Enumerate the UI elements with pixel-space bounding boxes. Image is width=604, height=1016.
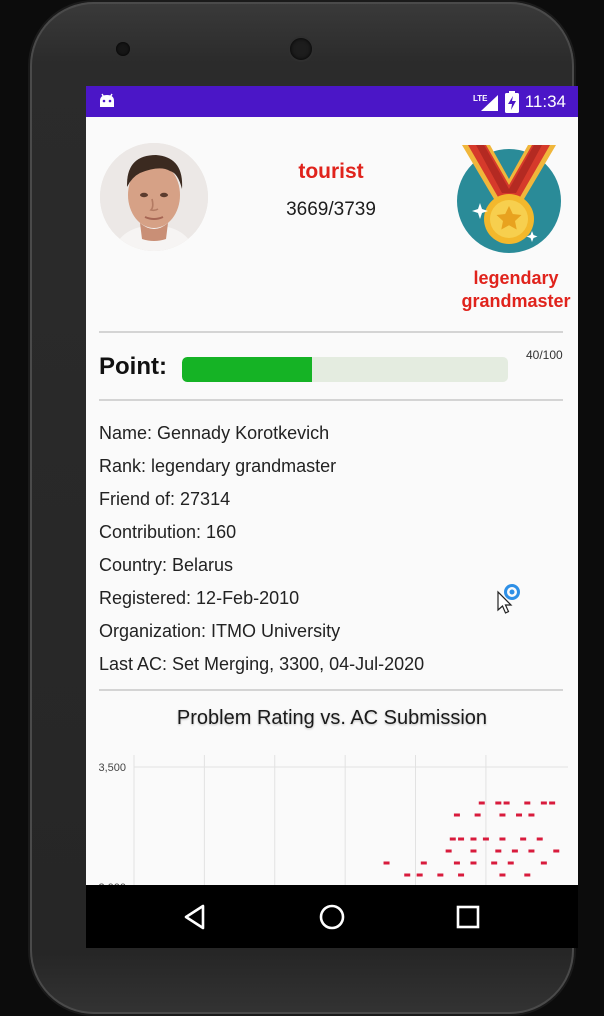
point-label: Point: — [99, 353, 167, 380]
data-point[interactable] — [528, 849, 535, 853]
front-sensor — [116, 42, 130, 56]
lte-signal-icon: LTE — [473, 94, 498, 111]
data-point[interactable] — [416, 873, 423, 877]
data-point[interactable] — [445, 849, 452, 853]
android-icon — [100, 93, 114, 107]
chart-title: Problem Rating vs. AC Submission — [176, 707, 488, 729]
recents-icon[interactable] — [450, 899, 486, 935]
navigation-bar — [86, 885, 578, 948]
phone-frame: LTE 11:34 tourist 3669/3739 legendary gr… — [30, 2, 578, 1014]
lte-label: LTE — [473, 94, 488, 103]
front-camera — [290, 38, 312, 60]
data-point[interactable] — [470, 849, 477, 853]
data-point[interactable] — [491, 861, 498, 865]
data-point[interactable] — [420, 861, 427, 865]
status-bar: LTE 11:34 — [86, 86, 578, 117]
y-tick-label: 3,500 — [98, 762, 126, 774]
user-rating: 3669/3739 — [286, 199, 376, 220]
data-point[interactable] — [495, 849, 502, 853]
divider — [99, 689, 563, 691]
data-point[interactable] — [458, 873, 465, 877]
status-time: 11:34 — [524, 92, 566, 111]
data-point[interactable] — [474, 813, 481, 817]
data-point[interactable] — [540, 861, 547, 865]
rank-title: legendary grandmaster — [461, 268, 571, 311]
data-point[interactable] — [524, 801, 531, 805]
data-point[interactable] — [536, 837, 543, 841]
data-point[interactable] — [449, 837, 456, 841]
data-point[interactable] — [437, 873, 444, 877]
data-point[interactable] — [516, 813, 523, 817]
user-info-list: Name: Gennady Korotkevich Rank: legendar… — [99, 417, 424, 681]
data-point[interactable] — [404, 873, 411, 877]
data-point[interactable] — [499, 873, 506, 877]
data-point[interactable] — [549, 801, 556, 805]
data-point[interactable] — [383, 861, 390, 865]
data-point[interactable] — [528, 813, 535, 817]
data-point[interactable] — [458, 837, 465, 841]
data-point[interactable] — [553, 849, 560, 853]
point-value: 40/100 — [526, 348, 563, 362]
info-registered: Registered: 12-Feb-2010 — [99, 588, 300, 608]
point-progress-bar — [182, 357, 508, 382]
info-name: Name: Gennady Korotkevich — [99, 423, 330, 443]
data-point[interactable] — [499, 813, 506, 817]
medal-icon — [457, 145, 561, 253]
point-progress-fill — [182, 357, 313, 382]
data-point[interactable] — [453, 861, 460, 865]
pointer-cursor-icon — [497, 584, 520, 614]
profile-content[interactable]: tourist 3669/3739 legendary grandmaster … — [86, 117, 578, 885]
battery-charging-icon — [504, 91, 519, 113]
data-point[interactable] — [470, 861, 477, 865]
info-country: Country: Belarus — [99, 555, 234, 575]
screen: LTE 11:34 tourist 3669/3739 legendary gr… — [86, 86, 578, 948]
info-last-ac: Last AC: Set Merging, 3300, 04-Jul-2020 — [99, 654, 425, 674]
data-point[interactable] — [507, 861, 514, 865]
data-point[interactable] — [495, 801, 502, 805]
data-point[interactable] — [524, 873, 531, 877]
data-point[interactable] — [499, 837, 506, 841]
home-icon[interactable] — [314, 899, 350, 935]
user-handle: tourist — [298, 160, 364, 183]
data-point[interactable] — [511, 849, 518, 853]
data-point[interactable] — [478, 801, 485, 805]
data-point[interactable] — [503, 801, 510, 805]
data-point[interactable] — [482, 837, 489, 841]
data-point[interactable] — [453, 813, 460, 817]
data-point[interactable] — [470, 837, 477, 841]
info-organization: Organization: ITMO University — [99, 621, 341, 641]
back-icon[interactable] — [178, 899, 214, 935]
info-friend-of: Friend of: 27314 — [99, 489, 231, 509]
data-point[interactable] — [540, 801, 547, 805]
avatar-photo — [100, 143, 208, 251]
divider — [99, 399, 563, 401]
data-point[interactable] — [520, 837, 527, 841]
rating-scatter-chart[interactable]: 3,5003,000 — [86, 745, 578, 885]
divider — [99, 331, 563, 333]
info-rank: Rank: legendary grandmaster — [99, 456, 337, 476]
avatar[interactable] — [100, 143, 208, 251]
info-contribution: Contribution: 160 — [99, 522, 237, 542]
